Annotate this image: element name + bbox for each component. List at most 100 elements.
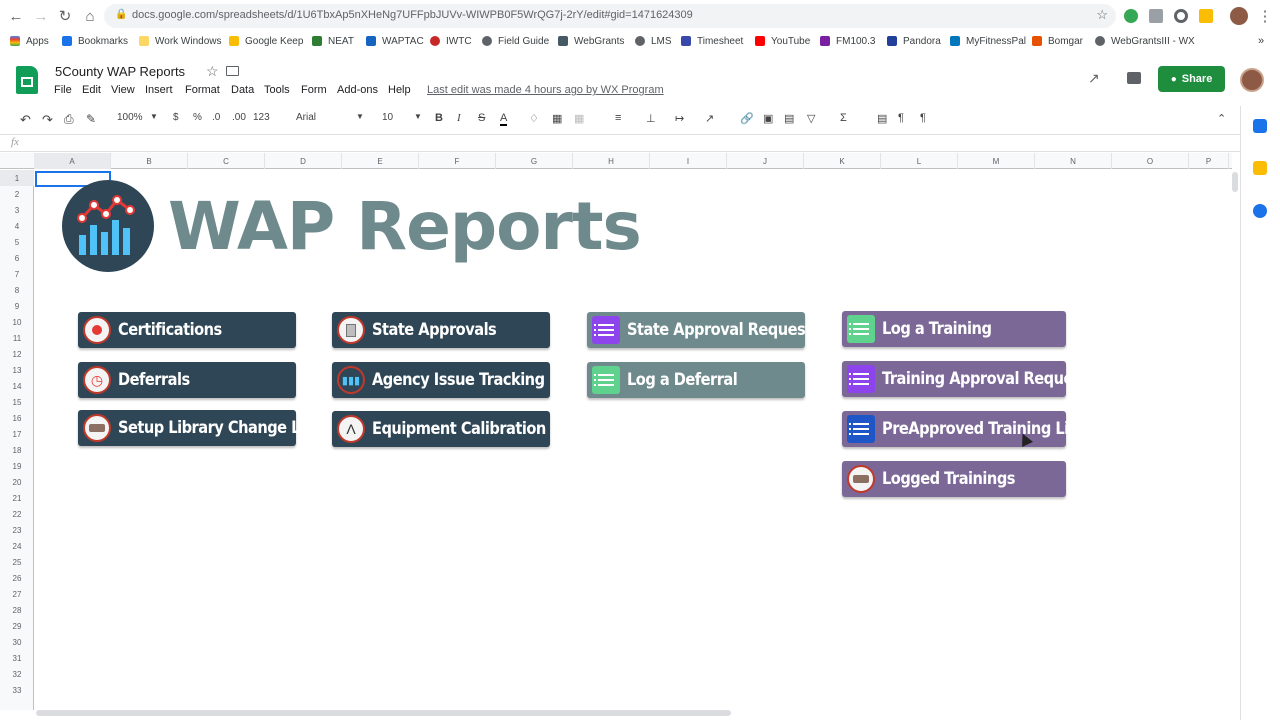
bookmark-apps[interactable]: Apps	[10, 33, 49, 49]
row-header-12[interactable]: 12	[0, 346, 34, 362]
redo-icon[interactable]: ↷	[42, 112, 53, 128]
strikethrough-icon[interactable]: S	[478, 112, 485, 124]
share-button[interactable]: ● Share	[1158, 66, 1225, 92]
rtl-icon[interactable]: ¶	[920, 112, 926, 124]
star-icon[interactable]: ☆	[1096, 7, 1108, 23]
keep-icon[interactable]	[1253, 161, 1267, 175]
move-folder-icon[interactable]	[226, 66, 239, 76]
row-header-25[interactable]: 25	[0, 554, 34, 570]
menu-insert[interactable]: Insert	[145, 84, 173, 96]
fill-color-icon[interactable]: ♢	[529, 112, 539, 125]
log-a-deferral-button[interactable]: Log a Deferral	[587, 362, 805, 398]
comment-icon[interactable]	[1127, 72, 1141, 84]
log-a-training-button[interactable]: Log a Training	[842, 311, 1066, 347]
row-header-30[interactable]: 30	[0, 634, 34, 650]
column-header-p[interactable]: P	[1189, 153, 1229, 169]
formula-bar[interactable]	[0, 134, 1240, 152]
state-approvals-button[interactable]: State Approvals	[332, 312, 550, 348]
menu-tools[interactable]: Tools	[264, 84, 290, 96]
bookmark-google-keep[interactable]: Google Keep	[229, 33, 303, 49]
increase-decimal-button[interactable]: .00	[232, 112, 246, 123]
extension-circle-icon[interactable]	[1174, 9, 1188, 23]
currency-button[interactable]: $	[173, 112, 179, 123]
row-header-7[interactable]: 7	[0, 266, 34, 282]
bookmark-myfitnesspal[interactable]: MyFitnessPal	[950, 33, 1026, 49]
column-header-c[interactable]: C	[188, 153, 265, 169]
insert-comment-icon[interactable]: ▣	[763, 112, 773, 125]
text-wrap-icon[interactable]: ↦	[675, 112, 684, 125]
row-header-33[interactable]: 33	[0, 682, 34, 698]
bookmark-youtube[interactable]: YouTube	[755, 33, 810, 49]
document-title[interactable]: 5County WAP Reports	[55, 64, 185, 79]
row-header-2[interactable]: 2	[0, 186, 34, 202]
row-header-17[interactable]: 17	[0, 426, 34, 442]
bookmark-lms[interactable]: LMS	[635, 33, 672, 49]
menu-form[interactable]: Form	[301, 84, 327, 96]
row-header-10[interactable]: 10	[0, 314, 34, 330]
row-header-24[interactable]: 24	[0, 538, 34, 554]
equipment-calibration-button[interactable]: Λ Equipment Calibration	[332, 411, 550, 447]
row-header-20[interactable]: 20	[0, 474, 34, 490]
input-tools-icon[interactable]: ▤	[877, 112, 887, 125]
column-header-f[interactable]: F	[419, 153, 496, 169]
column-header-b[interactable]: B	[111, 153, 188, 169]
filter-icon[interactable]: ▽	[807, 112, 815, 125]
user-avatar[interactable]	[1240, 68, 1264, 92]
menu-help[interactable]: Help	[388, 84, 411, 96]
bookmark-neat[interactable]: NEAT	[312, 33, 354, 49]
address-bar[interactable]: 🔒 docs.google.com/spreadsheets/d/1U6TbxA…	[104, 4, 1116, 28]
borders-icon[interactable]: ▦	[552, 112, 562, 125]
menu-file[interactable]: File	[54, 84, 72, 96]
setup-library-change-log-button[interactable]: Setup Library Change Log	[78, 410, 320, 446]
more-formats-button[interactable]: 123	[253, 112, 270, 123]
calendar-icon[interactable]	[1253, 119, 1267, 133]
column-header-k[interactable]: K	[804, 153, 881, 169]
row-header-19[interactable]: 19	[0, 458, 34, 474]
decrease-decimal-button[interactable]: .0	[212, 112, 220, 123]
menu-edit[interactable]: Edit	[82, 84, 101, 96]
font-size-select[interactable]: 10	[382, 112, 393, 123]
bookmark-webgrants[interactable]: WebGrants	[558, 33, 624, 49]
horizontal-scrollbar[interactable]	[34, 709, 1234, 717]
bookmark-waptac[interactable]: WAPTAC	[366, 33, 424, 49]
bookmark-iwtc[interactable]: IWTC	[430, 33, 472, 49]
column-header-o[interactable]: O	[1112, 153, 1189, 169]
italic-icon[interactable]: I	[457, 112, 461, 124]
column-header-e[interactable]: E	[342, 153, 419, 169]
bookmark-timesheet[interactable]: Timesheet	[681, 33, 743, 49]
home-icon[interactable]: ⌂	[80, 6, 100, 26]
menu-data[interactable]: Data	[231, 84, 254, 96]
sheets-logo-icon[interactable]	[16, 66, 38, 94]
logged-trainings-button[interactable]: Logged Trainings	[842, 461, 1066, 497]
undo-icon[interactable]: ↶	[20, 112, 31, 128]
tasks-icon[interactable]	[1253, 204, 1267, 218]
column-header-l[interactable]: L	[881, 153, 958, 169]
collapse-toolbar-icon[interactable]: ⌃	[1217, 112, 1226, 125]
row-header-9[interactable]: 9	[0, 298, 34, 314]
row-header-31[interactable]: 31	[0, 650, 34, 666]
menu-view[interactable]: View	[111, 84, 135, 96]
agency-issue-tracking-button[interactable]: ▮▮▮ Agency Issue Tracking	[332, 362, 550, 398]
percent-button[interactable]: %	[193, 112, 202, 123]
row-header-8[interactable]: 8	[0, 282, 34, 298]
column-header-h[interactable]: H	[573, 153, 650, 169]
row-header-27[interactable]: 27	[0, 586, 34, 602]
bookmarks-overflow-icon[interactable]: »	[1258, 33, 1264, 49]
ltr-icon[interactable]: ¶	[898, 112, 904, 124]
trend-icon[interactable]: ↗	[1088, 70, 1100, 87]
row-header-26[interactable]: 26	[0, 570, 34, 586]
column-header-d[interactable]: D	[265, 153, 342, 169]
column-header-m[interactable]: M	[958, 153, 1035, 169]
row-header-6[interactable]: 6	[0, 250, 34, 266]
column-header-a[interactable]: A	[34, 153, 111, 169]
align-left-icon[interactable]: ≡	[615, 112, 621, 124]
row-header-11[interactable]: 11	[0, 330, 34, 346]
row-header-15[interactable]: 15	[0, 394, 34, 410]
paint-format-icon[interactable]: ✎	[86, 112, 96, 126]
zoom-select[interactable]: 100%	[117, 112, 143, 123]
menu-addons[interactable]: Add-ons	[337, 84, 378, 96]
bookmark-pandora[interactable]: Pandora	[887, 33, 941, 49]
text-rotation-icon[interactable]: ↗	[705, 112, 714, 125]
last-edit-link[interactable]: Last edit was made 4 hours ago by WX Pro…	[427, 84, 664, 96]
row-header-16[interactable]: 16	[0, 410, 34, 426]
